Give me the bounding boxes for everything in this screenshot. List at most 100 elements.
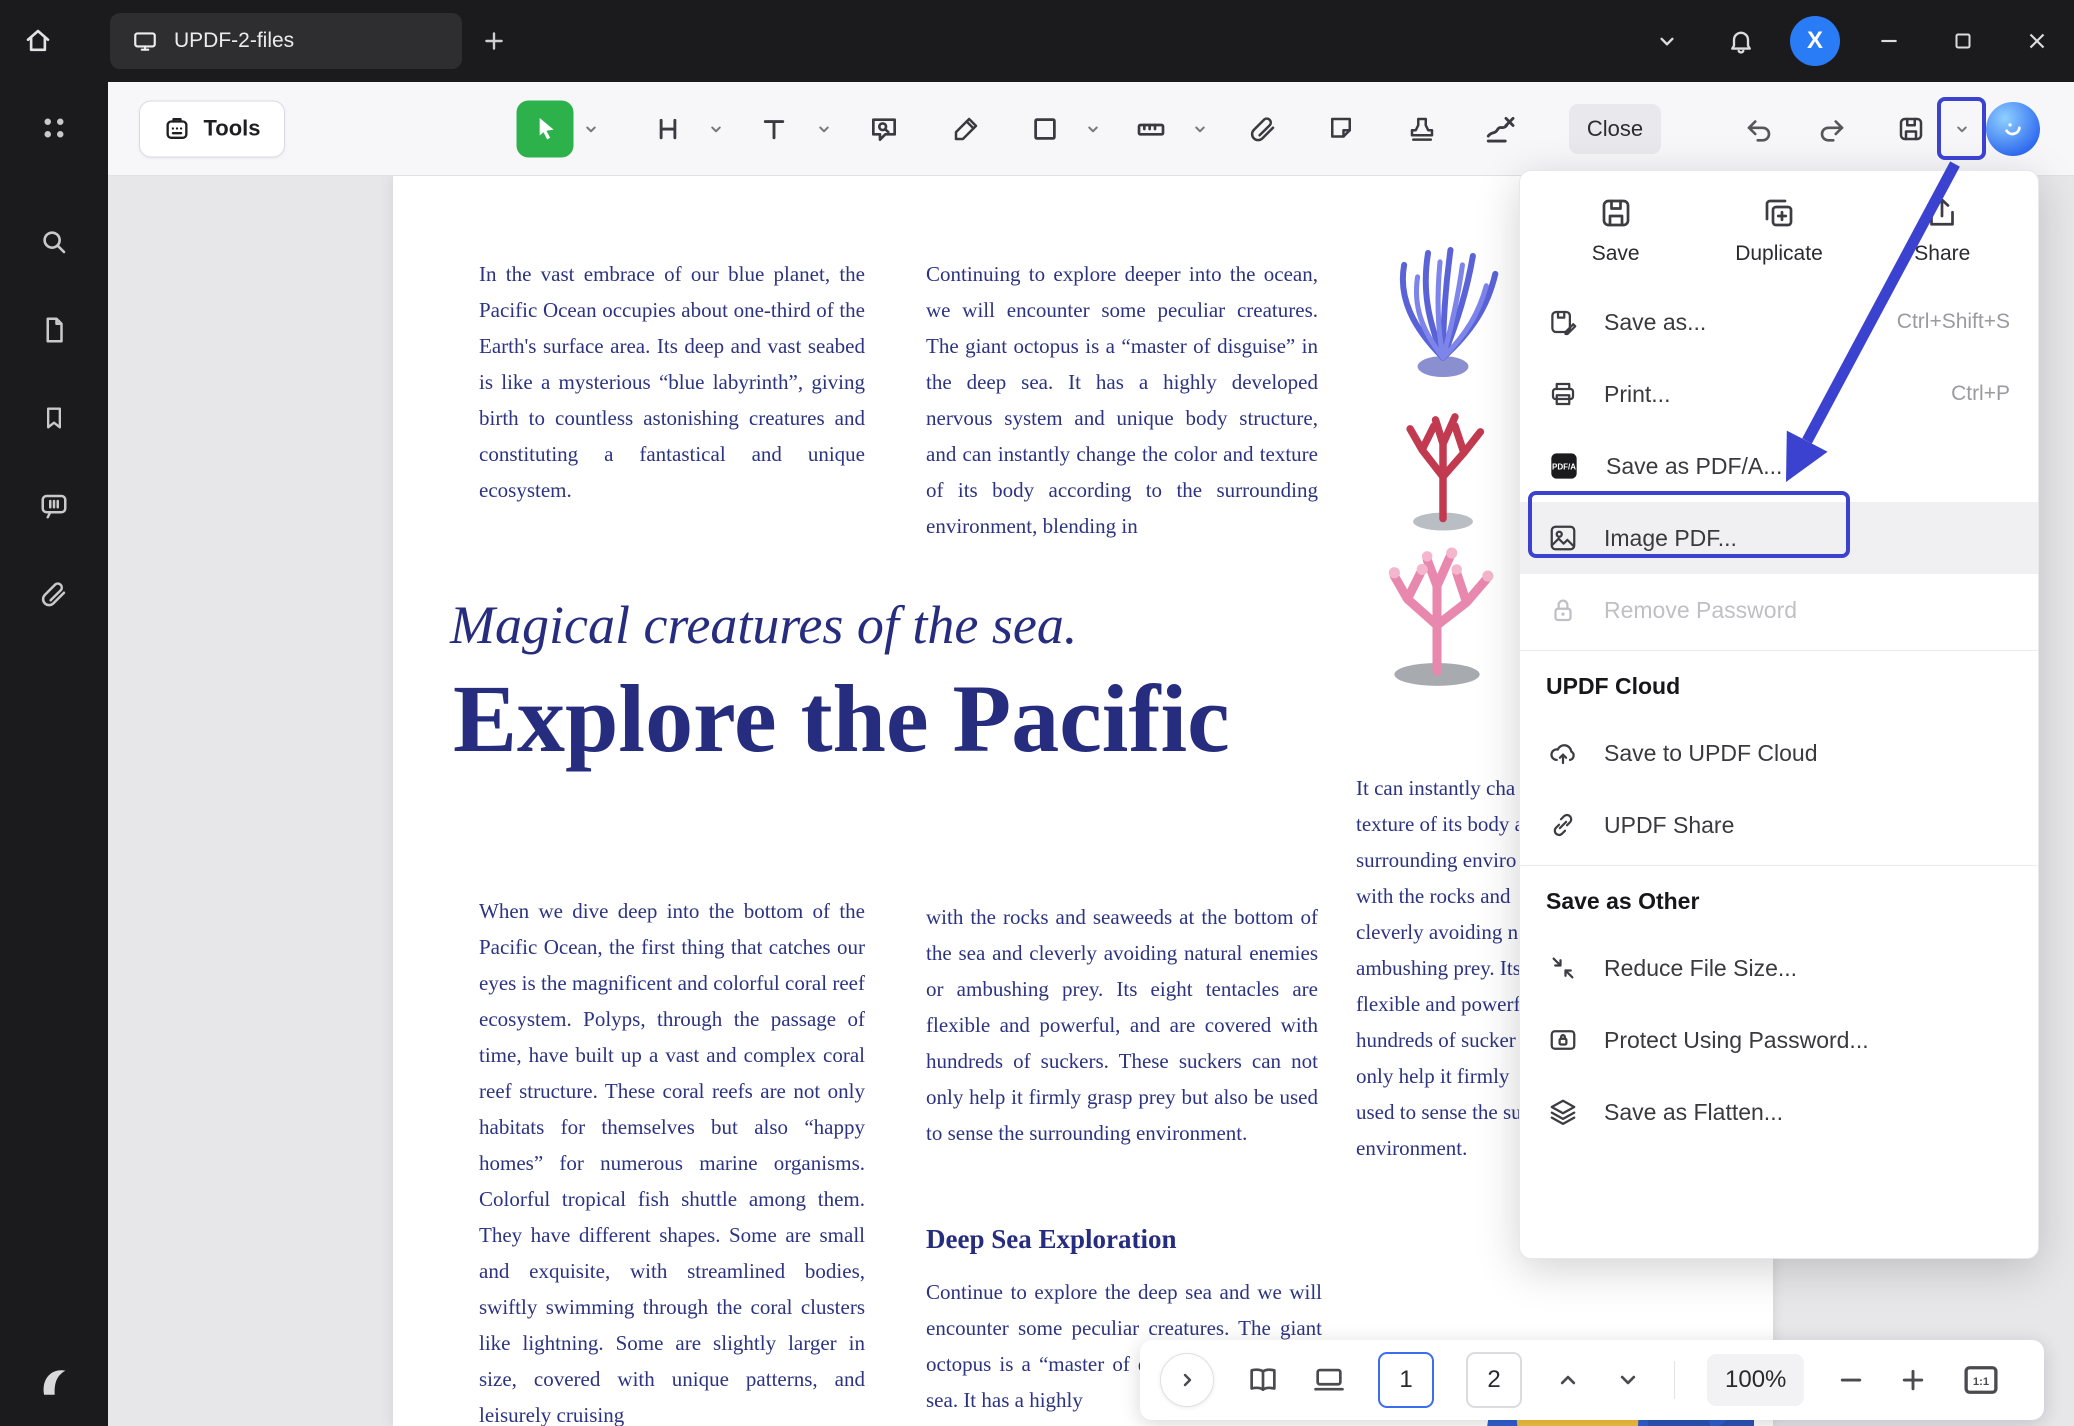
redo-button[interactable] [1817, 114, 1847, 144]
pen-icon [951, 114, 981, 144]
home-button[interactable] [0, 0, 76, 82]
actual-size-button[interactable]: 1:1 [1960, 1359, 2002, 1401]
text-tool-button[interactable] [759, 114, 789, 144]
menu-item-save-as-flatten[interactable]: Save as Flatten... [1520, 1076, 2038, 1148]
attach-tool-button[interactable] [1248, 114, 1278, 144]
sidebar-apps-button[interactable] [0, 84, 108, 172]
home-icon [23, 26, 53, 56]
next-page-button[interactable] [1614, 1366, 1642, 1394]
edit-tool-button[interactable] [653, 114, 683, 144]
menu-section-save-as-other: Save as Other [1520, 870, 2038, 932]
updf-logo [0, 1338, 108, 1426]
menu-item-protect-using-password[interactable]: Protect Using Password... [1520, 1004, 2038, 1076]
menu-item-reduce-file-size[interactable]: Reduce File Size... [1520, 932, 2038, 1004]
sidebar-bookmarks-button[interactable] [0, 374, 108, 462]
zoom-out-button[interactable] [1836, 1365, 1866, 1395]
signature-tool-button[interactable] [1484, 112, 1518, 146]
minimize-button[interactable] [1852, 0, 1926, 82]
sidebar-attachments-button[interactable] [0, 550, 108, 638]
shape-tool-dropdown[interactable] [1084, 120, 1102, 138]
grid-icon [39, 113, 69, 143]
tools-label: Tools [203, 116, 260, 142]
menu-item-label: Protect Using Password... [1604, 1027, 1869, 1054]
account-button[interactable]: X [1778, 0, 1852, 82]
menu-save-action[interactable]: Save [1534, 195, 1697, 266]
pink-coral-image [1355, 530, 1519, 686]
save-button[interactable] [1896, 114, 1926, 144]
menu-item-save-to-updf-cloud[interactable]: Save to UPDF Cloud [1520, 717, 2038, 789]
comment-tool-button[interactable] [868, 113, 900, 145]
zoom-level[interactable]: 100% [1707, 1354, 1804, 1406]
sticker-icon [1326, 114, 1356, 144]
zoom-in-button[interactable] [1898, 1365, 1928, 1395]
paragraph-col1-top: In the vast embrace of our blue planet, … [479, 256, 865, 508]
comment-panel-icon [39, 491, 69, 521]
menu-duplicate-action[interactable]: Duplicate [1697, 195, 1860, 266]
menu-item-save-as-pdfa[interactable]: PDF/A Save as PDF/A... [1520, 430, 2038, 502]
chevron-down-icon [1953, 120, 1971, 138]
stamp-tool-button[interactable] [1407, 114, 1437, 144]
ai-assistant-button[interactable] [1986, 102, 2040, 156]
undo-icon [1744, 114, 1774, 144]
sidebar-comments-button[interactable] [0, 462, 108, 550]
tools-button[interactable]: Tools [139, 100, 285, 157]
lock-icon [1548, 595, 1578, 625]
avatar: X [1790, 16, 1840, 66]
updf-logo-icon [37, 1365, 71, 1399]
document-tab[interactable]: UPDF-2-files [110, 13, 462, 69]
undo-button[interactable] [1744, 114, 1774, 144]
menu-item-label: Reduce File Size... [1604, 955, 1797, 982]
menu-item-print[interactable]: Print... Ctrl+P [1520, 358, 2038, 430]
cloud-upload-icon [1548, 738, 1578, 768]
menu-item-label: Save as... [1604, 309, 1706, 336]
sidebar-pages-button[interactable] [0, 286, 108, 374]
sticker-tool-button[interactable] [1326, 114, 1356, 144]
text-tool-dropdown[interactable] [815, 120, 833, 138]
tabs-dropdown-button[interactable] [1630, 0, 1704, 82]
menu-item-image-pdf[interactable]: Image PDF... [1520, 502, 2038, 574]
total-pages-box: 2 [1466, 1352, 1522, 1408]
menu-item-updf-share[interactable]: UPDF Share [1520, 789, 2038, 861]
shape-tool-button[interactable] [1030, 114, 1060, 144]
notifications-button[interactable] [1704, 0, 1778, 82]
chevron-down-icon [582, 120, 600, 138]
close-edit-button[interactable]: Close [1569, 104, 1661, 154]
new-tab-button[interactable] [462, 0, 526, 82]
expand-nav-button[interactable] [1160, 1353, 1214, 1407]
select-tool-dropdown[interactable] [582, 120, 600, 138]
menu-share-action[interactable]: Share [1861, 195, 2024, 266]
ruler-icon [1135, 113, 1167, 145]
sidebar-search-button[interactable] [0, 198, 108, 286]
select-tool-button[interactable] [517, 100, 574, 157]
chevron-down-icon [815, 120, 833, 138]
minus-icon [1836, 1365, 1866, 1395]
menu-item-remove-password: Remove Password [1520, 574, 2038, 646]
page-navigation-bar: 1 2 100% 1:1 [1140, 1340, 2044, 1420]
comment-search-icon [868, 113, 900, 145]
save-options-dropdown[interactable] [1953, 120, 1971, 138]
measure-tool-dropdown[interactable] [1191, 120, 1209, 138]
close-window-button[interactable] [2000, 0, 2074, 82]
titlebar: UPDF-2-files X [0, 0, 2074, 82]
previous-page-button[interactable] [1554, 1366, 1582, 1394]
reading-mode-button[interactable] [1246, 1363, 1280, 1397]
menu-section-updf-cloud: UPDF Cloud [1520, 655, 2038, 717]
save-icon [1896, 114, 1926, 144]
current-page-input[interactable]: 1 [1378, 1352, 1434, 1408]
edit-tool-dropdown[interactable] [707, 120, 725, 138]
print-icon [1548, 379, 1578, 409]
maximize-button[interactable] [1926, 0, 2000, 82]
plus-icon [1898, 1365, 1928, 1395]
chevron-down-icon [707, 120, 725, 138]
pen-tool-button[interactable] [951, 114, 981, 144]
slideshow-mode-button[interactable] [1312, 1363, 1346, 1397]
heading-tool-icon [653, 114, 683, 144]
save-options-menu: Save Duplicate Share Save as... Ctrl+Shi… [1519, 170, 2039, 1259]
menu-item-label: Save as PDF/A... [1606, 453, 1782, 480]
tools-icon [163, 115, 191, 143]
measure-tool-button[interactable] [1135, 113, 1167, 145]
subheading-italic: Magical creatures of the sea. [450, 594, 1077, 656]
menu-item-save-as[interactable]: Save as... Ctrl+Shift+S [1520, 286, 2038, 358]
close-label: Close [1587, 116, 1643, 142]
deep-sea-heading: Deep Sea Exploration [926, 1224, 1177, 1255]
